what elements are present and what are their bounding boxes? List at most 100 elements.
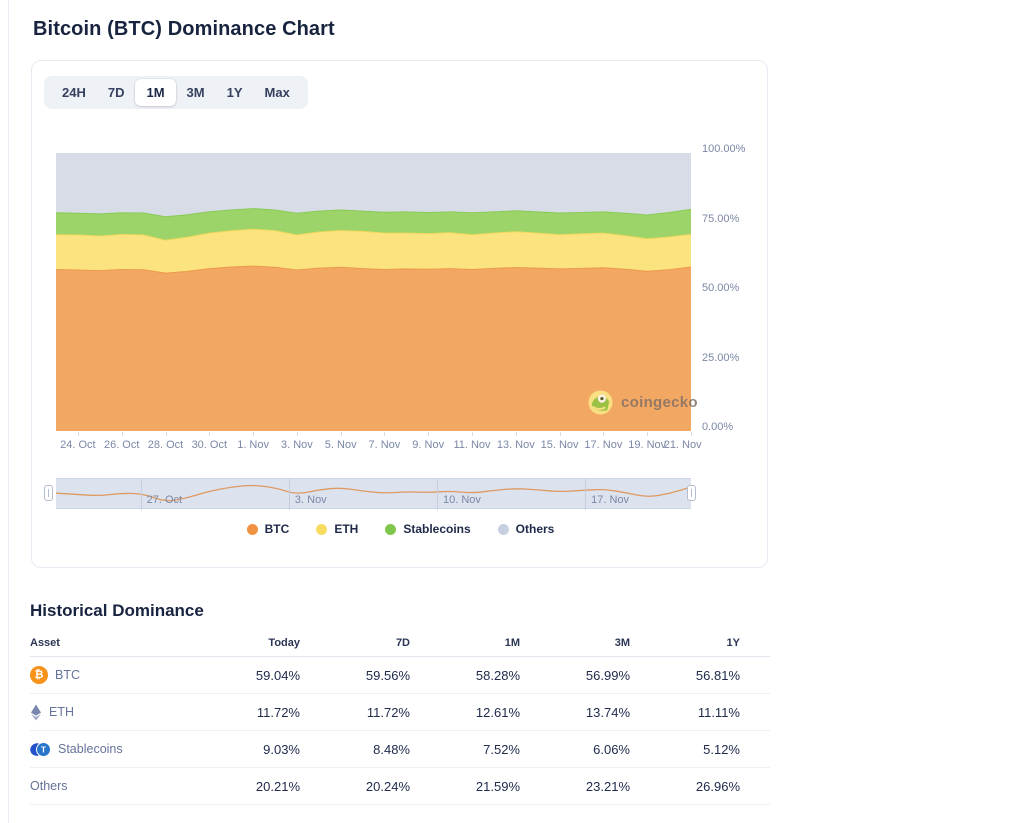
time-range-selector: 24H7D1M3M1YMax	[44, 76, 308, 109]
x-axis-label: 17. Nov	[584, 439, 622, 451]
x-axis-tick	[691, 432, 692, 436]
x-axis-tick	[516, 432, 517, 436]
chart-card: 24H7D1M3M1YMax 100.00%75.00%50.00%25.00%…	[31, 60, 768, 568]
x-axis-tick	[560, 432, 561, 436]
value-cell: 11.72%	[190, 705, 300, 720]
asset-label: ETH	[49, 705, 74, 719]
table-header-asset: Asset	[30, 637, 190, 649]
table-header-7d: 7D	[300, 637, 410, 649]
navigator-label: 10. Nov	[443, 494, 481, 506]
x-axis-label: 5. Nov	[325, 439, 357, 451]
legend-label: BTC	[265, 522, 290, 536]
section-title: Historical Dominance	[30, 601, 204, 621]
navigator-gridline	[141, 479, 142, 510]
navigator-handle-right[interactable]	[687, 485, 696, 501]
x-axis-label: 21. Nov	[664, 439, 702, 451]
value-cell: 20.21%	[190, 779, 300, 794]
historical-dominance-table: AssetToday7D1M3M1Y ₿ BTC 59.04%59.56%58.28…	[30, 630, 770, 805]
table-header-row: AssetToday7D1M3M1Y	[30, 630, 770, 657]
x-axis-tick	[78, 432, 79, 436]
range-button-1y[interactable]: 1Y	[216, 79, 254, 106]
x-axis-label: 7. Nov	[368, 439, 400, 451]
btc-icon: ₿	[30, 666, 48, 684]
x-axis-label: 3. Nov	[281, 439, 313, 451]
value-cell: 8.48%	[300, 742, 410, 757]
coingecko-watermark: coingecko	[588, 390, 698, 415]
value-cell: 9.03%	[190, 742, 300, 757]
navigator-gridline	[585, 479, 586, 510]
y-axis-label: 100.00%	[702, 143, 762, 155]
legend-dot	[498, 524, 509, 535]
value-cell: 13.74%	[520, 705, 630, 720]
stablecoins-icon: T	[30, 741, 51, 758]
x-axis-label: 15. Nov	[541, 439, 579, 451]
value-cell: 5.12%	[630, 742, 740, 757]
navigator-label: 27. Oct	[147, 494, 182, 506]
x-axis-tick	[603, 432, 604, 436]
x-axis-tick	[472, 432, 473, 436]
x-axis-tick	[209, 432, 210, 436]
page-title: Bitcoin (BTC) Dominance Chart	[33, 18, 335, 41]
x-axis-tick	[122, 432, 123, 436]
page-left-divider	[8, 0, 9, 823]
legend-item-btc[interactable]: BTC	[247, 522, 290, 536]
range-button-3m[interactable]: 3M	[176, 79, 216, 106]
legend-item-eth[interactable]: ETH	[316, 522, 358, 536]
eth-icon	[30, 704, 42, 721]
value-cell: 59.56%	[300, 668, 410, 683]
navigator-gridline	[289, 479, 290, 510]
table-header-3m: 3M	[520, 637, 630, 649]
y-axis-label: 0.00%	[702, 421, 762, 433]
asset-label: Others	[30, 779, 68, 793]
x-axis-tick	[253, 432, 254, 436]
value-cell: 7.52%	[410, 742, 520, 757]
value-cell: 23.21%	[520, 779, 630, 794]
legend-item-stablecoins[interactable]: Stablecoins	[385, 522, 470, 536]
x-axis-label: 19. Nov	[628, 439, 666, 451]
asset-cell[interactable]: T Stablecoins	[30, 741, 190, 758]
x-axis-label: 28. Oct	[148, 439, 183, 451]
table-row-others: Others 20.21%20.24%21.59%23.21%26.96%	[30, 768, 770, 805]
x-axis-tick	[341, 432, 342, 436]
table-row-stablecoins: T Stablecoins 9.03%8.48%7.52%6.06%5.12%	[30, 731, 770, 768]
value-cell: 6.06%	[520, 742, 630, 757]
navigator-handle-left[interactable]	[44, 485, 53, 501]
x-axis-label: 11. Nov	[453, 439, 490, 451]
svg-text:T: T	[41, 744, 47, 754]
watermark-text: coingecko	[621, 394, 698, 411]
x-axis-label: 9. Nov	[412, 439, 444, 451]
y-axis-label: 50.00%	[702, 282, 762, 294]
asset-cell[interactable]: ₿ BTC	[30, 666, 190, 684]
x-axis-label: 13. Nov	[497, 439, 535, 451]
chart-legend: BTC ETH Stablecoins Others	[32, 522, 769, 536]
asset-cell: Others	[30, 779, 190, 793]
asset-label: Stablecoins	[58, 742, 123, 756]
range-button-7d[interactable]: 7D	[97, 79, 136, 106]
asset-cell[interactable]: ETH	[30, 704, 190, 721]
value-cell: 26.96%	[630, 779, 740, 794]
value-cell: 58.28%	[410, 668, 520, 683]
legend-dot	[385, 524, 396, 535]
btc-dominance-page: Bitcoin (BTC) Dominance Chart 24H7D1M3M1…	[0, 0, 1024, 823]
value-cell: 12.61%	[410, 705, 520, 720]
legend-dot	[316, 524, 327, 535]
value-cell: 11.11%	[630, 705, 740, 720]
legend-item-others[interactable]: Others	[498, 522, 555, 536]
range-button-1m[interactable]: 1M	[135, 79, 175, 106]
x-axis-tick	[166, 432, 167, 436]
range-button-24h[interactable]: 24H	[51, 79, 97, 106]
value-cell: 21.59%	[410, 779, 520, 794]
navigator[interactable]: 27. Oct3. Nov10. Nov17. Nov	[56, 478, 691, 509]
value-cell: 59.04%	[190, 668, 300, 683]
navigator-gridline	[437, 479, 438, 510]
range-button-max[interactable]: Max	[254, 79, 301, 106]
x-axis-label: 30. Oct	[192, 439, 227, 451]
x-axis-label: 26. Oct	[104, 439, 139, 451]
asset-label: BTC	[55, 668, 80, 682]
x-axis-tick	[428, 432, 429, 436]
value-cell: 11.72%	[300, 705, 410, 720]
y-axis-label: 25.00%	[702, 352, 762, 364]
legend-label: Others	[516, 522, 555, 536]
value-cell: 20.24%	[300, 779, 410, 794]
x-axis-tick	[384, 432, 385, 436]
